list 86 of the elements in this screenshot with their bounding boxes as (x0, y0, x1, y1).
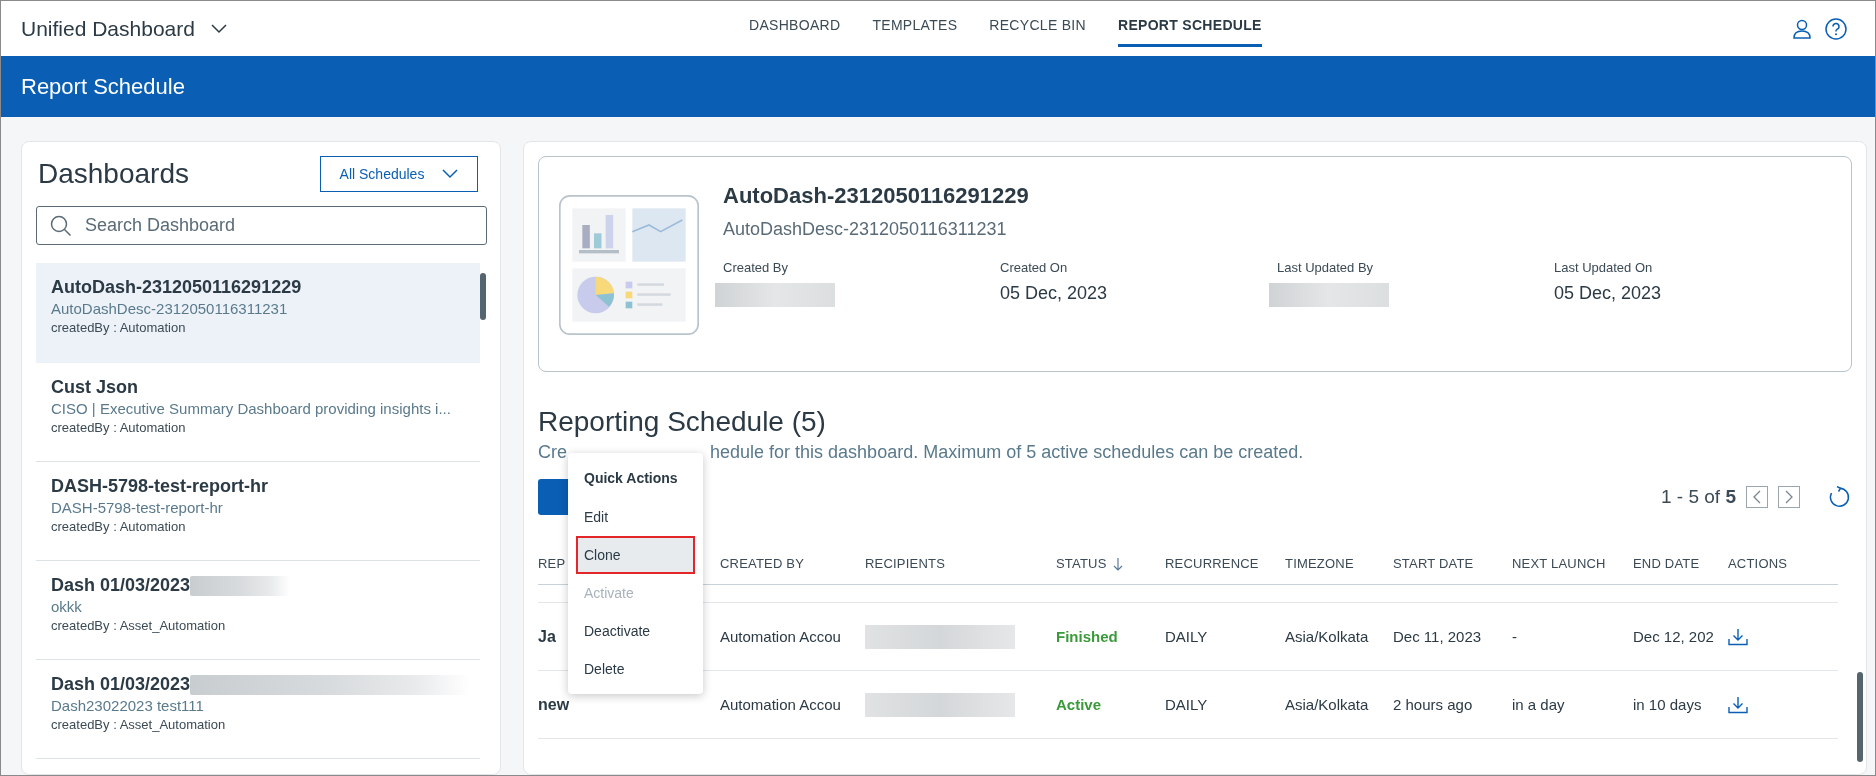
dashboard-list-item[interactable]: DASH-5798-test-report-hr DASH-5798-test-report-hr createdBy : Automation (36, 462, 480, 561)
table-cell: DAILY (1165, 628, 1208, 645)
download-icon[interactable] (1728, 695, 1748, 714)
dashboard-description: Dash23022023 test111 (51, 697, 205, 714)
table-cell: Asia/Kolkata (1285, 628, 1369, 645)
dashboard-description: AutoDashDesc-2312050116311231 (723, 219, 1008, 240)
field-label: Last Updated On (1554, 260, 1654, 275)
search-field[interactable]: Search Dashboard (36, 206, 487, 245)
menu-item[interactable]: Edit (576, 498, 695, 536)
scrollbar-thumb[interactable] (1857, 672, 1863, 762)
column-header: CREATED BY (720, 556, 805, 571)
next-page-button[interactable] (1778, 486, 1800, 508)
menu-item[interactable]: Clone (576, 536, 695, 574)
table-cell: Ja (538, 627, 556, 646)
field-value: 05 Dec, 2023 (1554, 283, 1663, 304)
column-header: NEXT LAUNCH (1512, 556, 1606, 571)
panel-title: Dashboards (38, 158, 189, 190)
dashboard-list-item[interactable]: Dash 01/03/2023 Dash23022023 test111 createdBy : Asset_Automation (36, 660, 480, 759)
table-cell: Dec 12, 202 (1633, 628, 1714, 645)
field-label: Created On (1000, 260, 1069, 275)
sort-arrow-icon[interactable] (1112, 556, 1123, 571)
dashboard-name: DASH-5798-test-report-hr (51, 476, 269, 497)
column-header[interactable]: STATUS (1056, 556, 1107, 571)
table-cell: in a day (1512, 696, 1565, 713)
table-cell: Dec 11, 2023 (1393, 628, 1482, 645)
dashboard-description: AutoDashDesc-2312050116311231 (51, 300, 289, 317)
dashboard-list-item[interactable]: AutoDash-2312050116291229 AutoDashDesc-2312050116311231 createdBy : Automation (36, 263, 480, 363)
table-cell: in 10 days (1633, 696, 1702, 713)
chevron-left-icon (1752, 490, 1762, 504)
nav-tab[interactable]: DASHBOARD (749, 1, 841, 47)
help-icon[interactable] (1825, 17, 1847, 40)
table-cell: 2 hours ago (1393, 696, 1473, 713)
column-header: TIMEZONE (1285, 556, 1354, 571)
column-header: START DATE (1393, 556, 1474, 571)
status-text: Active (1056, 696, 1102, 713)
nav-tab[interactable]: REPORT SCHEDULE (1117, 1, 1262, 47)
page-title: Report Schedule (21, 73, 185, 100)
table-cell: - (1512, 628, 1517, 645)
column-header: RECIPIENTS (865, 556, 945, 571)
app-switcher[interactable]: Unified Dashboard (21, 16, 227, 41)
previous-page-button[interactable] (1746, 486, 1768, 508)
dashboard-description: okkk (51, 598, 83, 615)
field-value: 05 Dec, 2023 (1000, 283, 1109, 304)
dashboard-author: createdBy : Automation (51, 420, 187, 435)
dashboard-name: Cust Json (51, 377, 138, 398)
download-icon[interactable] (1728, 627, 1748, 646)
menu-item[interactable]: Deactivate (576, 612, 695, 650)
field-label: Last Updated By (1277, 260, 1375, 275)
dashboard-description: DASH-5798-test-report-hr (51, 499, 224, 516)
scrollbar-thumb[interactable] (480, 273, 486, 320)
section-description: Cre (538, 442, 567, 463)
field-label: Created By (723, 260, 790, 275)
dashboard-list-item[interactable]: Cust Json CISO | Executive Summary Dashboard providing insights i... createdBy : Automation (36, 363, 480, 462)
table-cell: DAILY (1165, 696, 1208, 713)
dashboard-description: CISO | Executive Summary Dashboard providing insights i... (51, 400, 452, 417)
dashboard-name: AutoDash-2312050116291229 (51, 277, 302, 298)
dashboard-list-item[interactable]: Dash 01/03/2023 okkk createdBy : Asset_Automation (36, 561, 480, 660)
dashboard-name: Dash 01/03/2023 (51, 575, 191, 596)
pagination-text: 1 - 5 of 5 (1661, 486, 1736, 508)
table-cell: new (538, 695, 570, 714)
section-title: Reporting Schedule (5) (538, 406, 827, 438)
dashboard-author: createdBy : Asset_Automation (51, 717, 227, 732)
nav-tab[interactable]: RECYCLE BIN (989, 1, 1086, 47)
nav-tab[interactable]: TEMPLATES (872, 1, 958, 47)
column-header: END DATE (1633, 556, 1700, 571)
chevron-down-icon (442, 169, 459, 179)
column-header: ACTIONS (1728, 556, 1788, 571)
section-description: hedule for this dashboard. Maximum of 5 active schedules can be created. (710, 442, 1304, 463)
table-cell: Automation Accou (720, 696, 841, 713)
chevron-down-icon (210, 23, 227, 34)
table-cell: Asia/Kolkata (1285, 696, 1369, 713)
status-text: Finished (1056, 628, 1118, 645)
dashboard-author: createdBy : Asset_Automation (51, 618, 227, 633)
menu-item[interactable]: Delete (576, 650, 695, 688)
column-header: RECURRENCE (1165, 556, 1259, 571)
table-cell: Automation Accou (720, 628, 841, 645)
dashboard-author: createdBy : Automation (51, 320, 187, 335)
user-icon[interactable] (1793, 18, 1811, 39)
dashboard-author: createdBy : Automation (51, 519, 187, 534)
dashboard-name: Dash 01/03/2023 (51, 674, 191, 695)
chevron-right-icon (1784, 490, 1794, 504)
schedule-filter-dropdown[interactable]: All Schedules (320, 156, 478, 192)
column-header: REP (538, 556, 566, 571)
refresh-icon[interactable] (1828, 486, 1850, 508)
menu-title: Quick Actions (583, 470, 679, 488)
dashboard-title: AutoDash-2312050116291229 (723, 183, 1030, 209)
